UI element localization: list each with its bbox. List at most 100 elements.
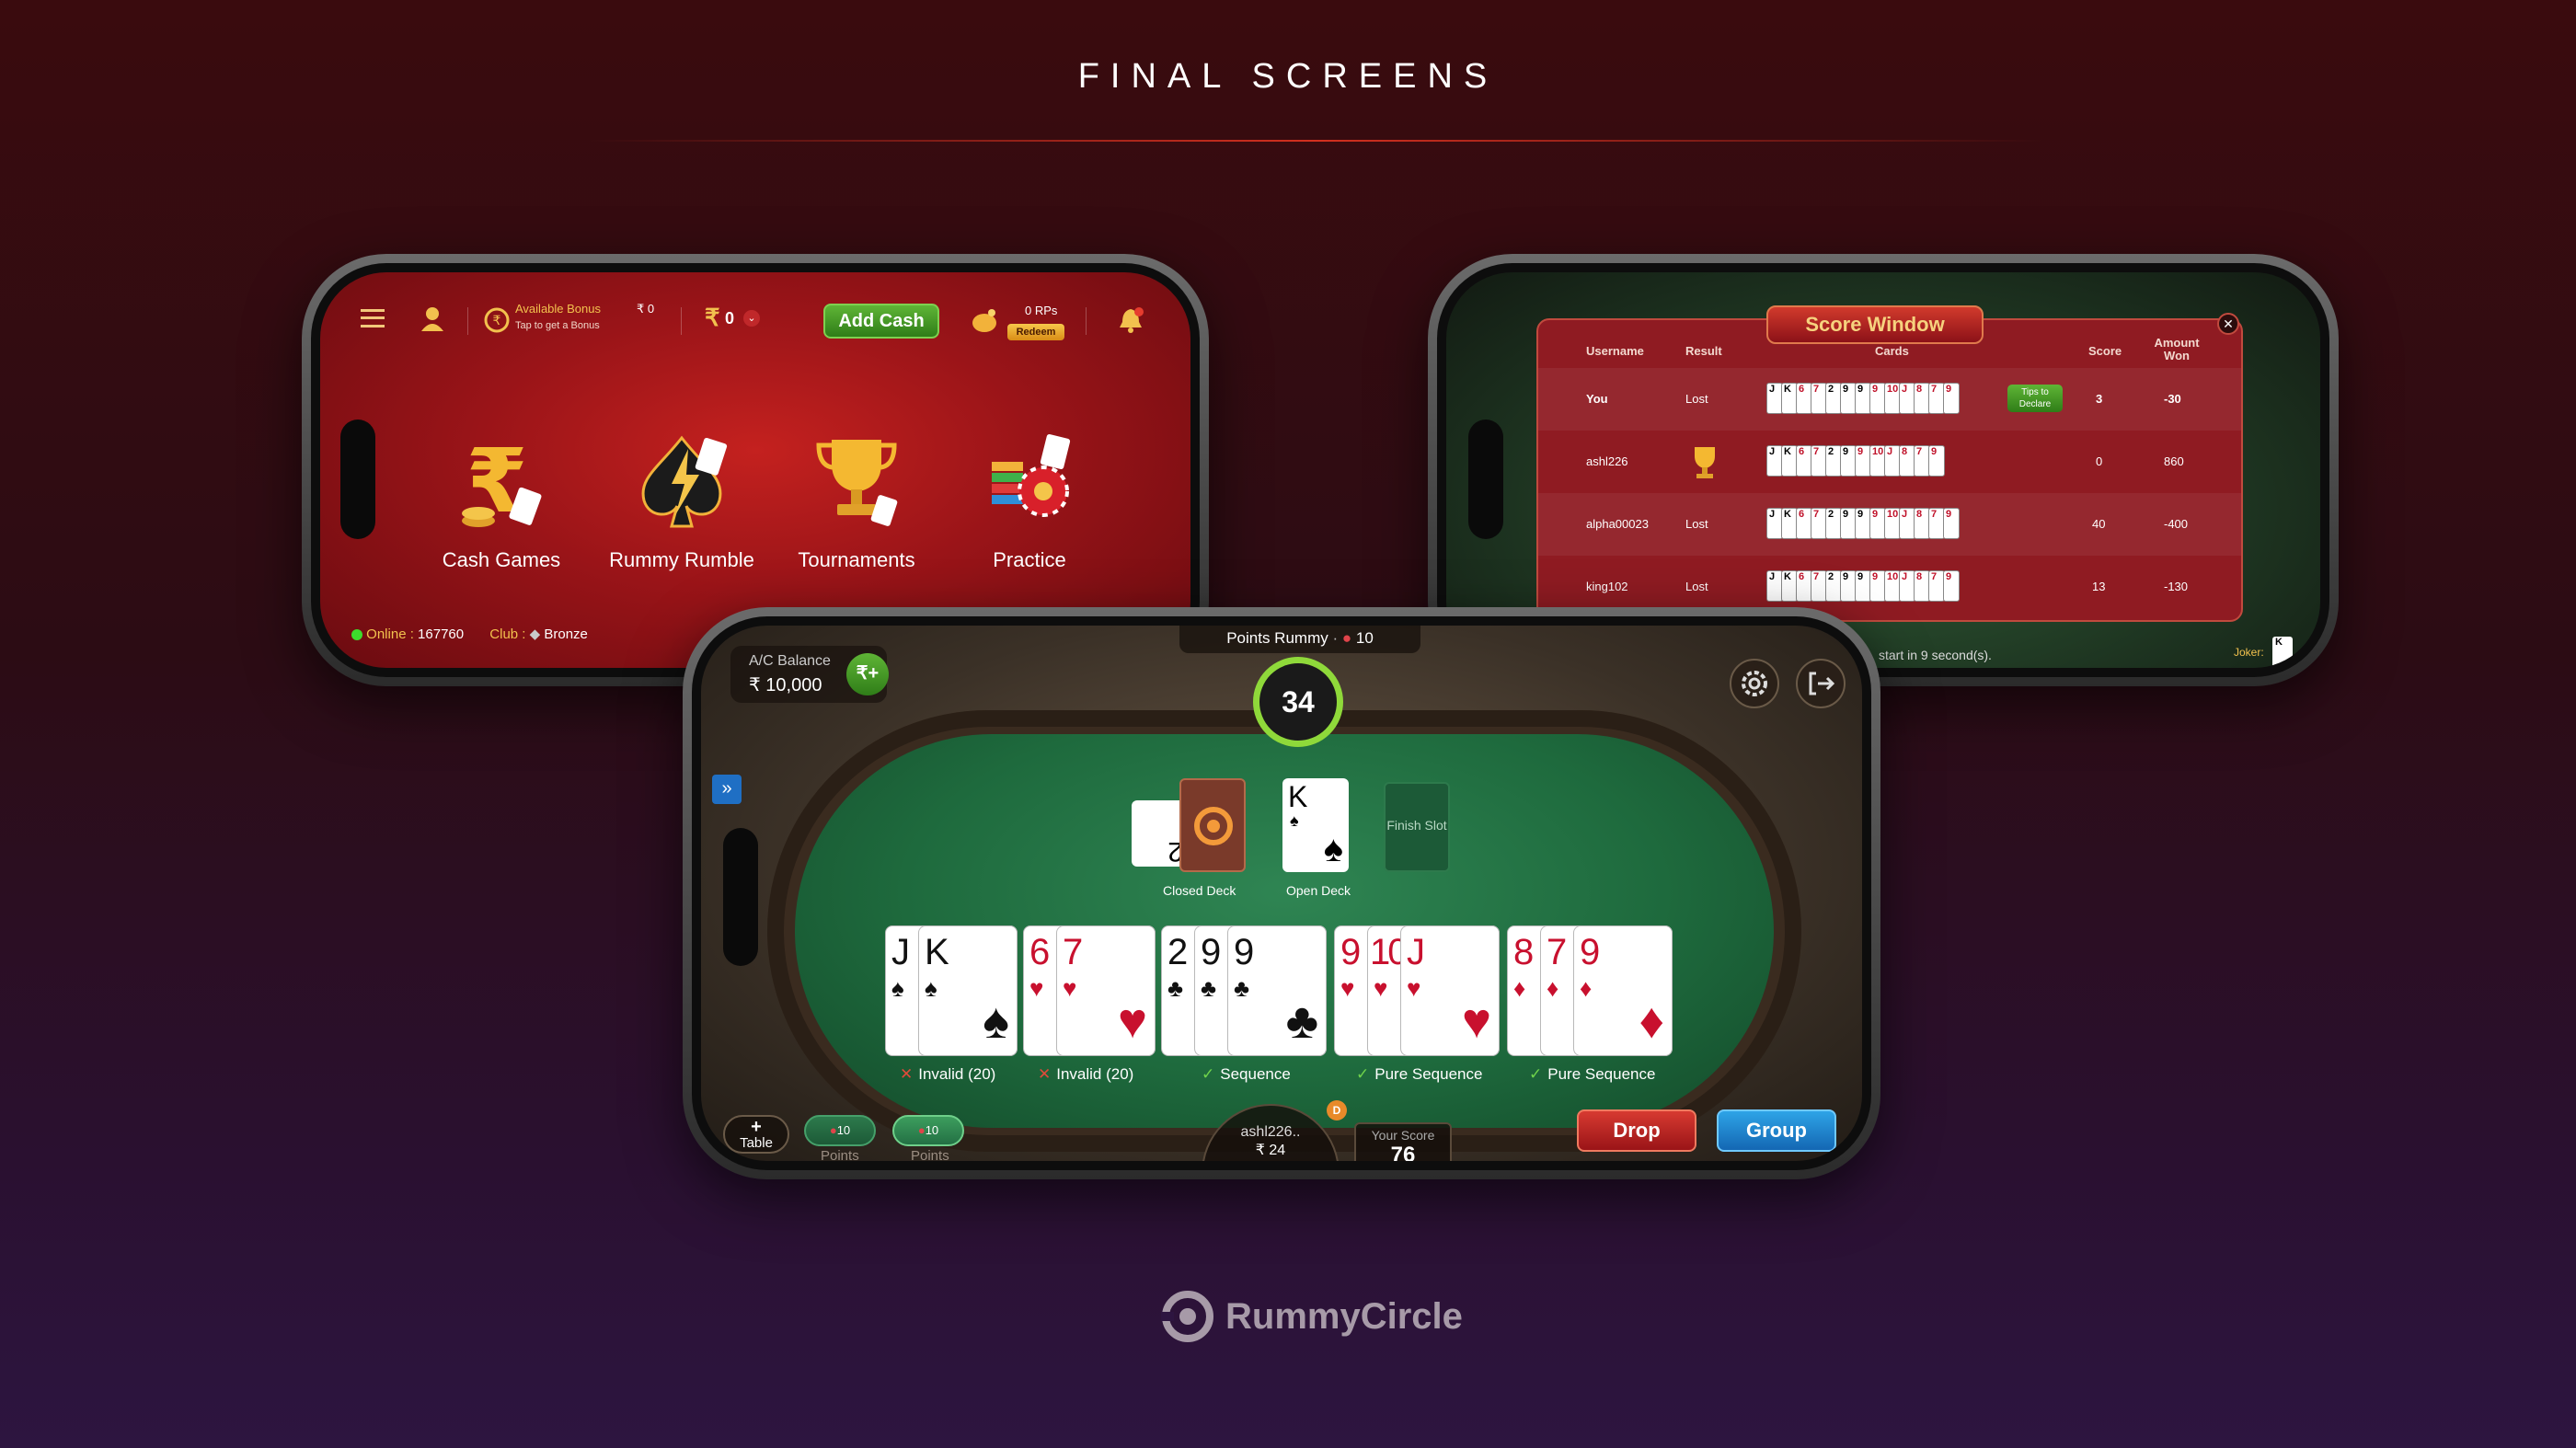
row-won: -30 bbox=[2164, 392, 2181, 406]
tile-label: Practice bbox=[993, 548, 1066, 571]
tile-practice[interactable]: Practice bbox=[951, 431, 1108, 572]
card-9-diamonds[interactable]: 9 ♦ ♦ bbox=[1573, 925, 1673, 1056]
club-label: Club : bbox=[489, 626, 526, 642]
points-label: Points bbox=[911, 1148, 949, 1161]
row-user: ashl226 bbox=[1586, 454, 1628, 468]
group-label: ✓ Pure Sequence bbox=[1529, 1065, 1656, 1083]
cash-value: 0 bbox=[725, 309, 735, 328]
closed-deck[interactable] bbox=[1179, 778, 1246, 872]
camera-island bbox=[340, 419, 375, 539]
score-panel: Username Result Cards Score Amount Won Y… bbox=[1536, 318, 2243, 622]
card-9-clubs[interactable]: 9 ♣ ♣ bbox=[1227, 925, 1327, 1056]
bell-icon[interactable] bbox=[1117, 305, 1144, 335]
settings-icon[interactable] bbox=[1730, 659, 1779, 708]
row-score: 0 bbox=[2096, 454, 2103, 468]
brand-logo: RummyCircle bbox=[1161, 1286, 1463, 1347]
tips-to-declare-button[interactable]: Tips to Declare bbox=[2007, 385, 2063, 412]
game-screen: A/C Balance ₹ 10,000 ₹+ Points Rummy · ●… bbox=[701, 626, 1862, 1161]
rupee-icon: ₹ bbox=[705, 304, 720, 331]
piggy-bank-icon[interactable] bbox=[970, 307, 999, 335]
turn-timer: 34 bbox=[1253, 657, 1343, 747]
tile-label: Rummy Rumble bbox=[609, 548, 754, 571]
exit-icon[interactable] bbox=[1796, 659, 1846, 708]
row-user: alpha00023 bbox=[1586, 517, 1649, 531]
close-icon[interactable]: ✕ bbox=[2217, 313, 2239, 335]
open-deck[interactable]: K ♠ ♠ bbox=[1282, 778, 1349, 872]
add-cash-button[interactable]: Add Cash bbox=[823, 304, 939, 339]
phone-game: A/C Balance ₹ 10,000 ₹+ Points Rummy · ●… bbox=[683, 607, 1880, 1179]
bonus-label[interactable]: Available Bonus bbox=[515, 302, 601, 316]
tile-tournaments[interactable]: Tournaments bbox=[778, 431, 935, 572]
rps-value: 0 RPs bbox=[1025, 304, 1058, 317]
tile-rummy-rumble[interactable]: Rummy Rumble bbox=[604, 431, 760, 572]
row-cards: J K 6 7 2 9 9 9 10 J 8 7 9 bbox=[1766, 508, 1960, 539]
redeem-button[interactable]: Redeem bbox=[1007, 324, 1064, 340]
restart-countdown: start in 9 second(s). bbox=[1879, 648, 1992, 662]
points-label: Points bbox=[821, 1148, 859, 1161]
chevron-down-icon[interactable]: ⌄ bbox=[743, 310, 760, 327]
row-cards: J K 6 7 2 9 9 10 J 8 7 9 bbox=[1766, 445, 1945, 477]
add-cash-icon[interactable]: ₹+ bbox=[846, 653, 889, 695]
row-cards: J K 6 7 2 9 9 9 10 J 8 7 9 bbox=[1766, 570, 1960, 602]
bonus-sub: Tap to get a Bonus bbox=[515, 320, 600, 331]
trophy-icon bbox=[1695, 447, 1715, 478]
row-result: Lost bbox=[1685, 580, 1708, 593]
joker-label: Joker: bbox=[2234, 646, 2264, 659]
table-button[interactable]: + Table bbox=[723, 1115, 789, 1154]
check-icon: ✓ bbox=[1202, 1065, 1215, 1083]
tile-cash-games[interactable]: ₹ Cash Games bbox=[423, 430, 580, 572]
group-label: ✕ Invalid (20) bbox=[900, 1065, 996, 1083]
your-score-label: Your Score bbox=[1371, 1128, 1435, 1143]
invalid-icon: ✕ bbox=[1038, 1065, 1052, 1083]
score-row: ashl226 J K 6 7 2 9 9 10 J 8 7 9 0 860 bbox=[1538, 431, 2241, 493]
card-7-hearts[interactable]: 7 ♥ ♥ bbox=[1056, 925, 1156, 1056]
col-amount-won: Amount Won bbox=[2154, 336, 2200, 362]
game-mode-bar: Points Rummy · ● 10 bbox=[1179, 626, 1420, 653]
invalid-icon: ✕ bbox=[900, 1065, 914, 1083]
row-user: You bbox=[1586, 392, 1608, 406]
heading-divider bbox=[589, 140, 2042, 142]
chip-icon: ● bbox=[829, 1123, 837, 1137]
row-cards: J K 6 7 2 9 9 9 10 J 8 7 9 bbox=[1766, 383, 1960, 414]
expand-panel-icon[interactable]: » bbox=[712, 775, 742, 804]
balance-label: A/C Balance bbox=[749, 653, 831, 669]
check-icon: ✓ bbox=[1529, 1065, 1543, 1083]
spade-lightning-icon bbox=[631, 431, 732, 532]
club-value: Bronze bbox=[544, 626, 588, 642]
col-username: Username bbox=[1586, 344, 1644, 358]
row-won: -400 bbox=[2164, 517, 2189, 531]
bonus-value: ₹ 0 bbox=[637, 302, 655, 316]
balance-value: ₹ 10,000 bbox=[749, 675, 822, 695]
bonus-icon[interactable]: ₹ bbox=[484, 307, 510, 333]
game-mode: Points Rummy bbox=[1226, 629, 1328, 647]
table-label: Table bbox=[740, 1135, 773, 1151]
camera-island bbox=[723, 828, 758, 966]
score-row: alpha00023 Lost J K 6 7 2 9 9 9 10 J 8 7 9 40 -400 bbox=[1538, 493, 2241, 556]
lobby-topbar: ₹ Available Bonus ₹ 0 Tap to get a Bonus… bbox=[320, 272, 1190, 357]
col-result: Result bbox=[1685, 344, 1722, 358]
tile-label: Cash Games bbox=[442, 548, 561, 571]
group-label: ✓ Sequence bbox=[1202, 1065, 1291, 1083]
plus-icon: + bbox=[751, 1117, 762, 1137]
player-name: ashl226.. bbox=[1240, 1124, 1301, 1140]
rummycircle-logo-icon bbox=[1161, 1291, 1213, 1342]
closed-deck-label: Closed Deck bbox=[1163, 883, 1236, 898]
online-value: 167760 bbox=[418, 626, 465, 642]
card-j-hearts[interactable]: J ♥ ♥ bbox=[1400, 925, 1500, 1056]
card-k-spades[interactable]: K ♠ ♠ bbox=[918, 925, 1018, 1056]
row-result: Lost bbox=[1685, 392, 1708, 406]
chips-stack-icon bbox=[979, 431, 1080, 532]
drop-button[interactable]: Drop bbox=[1577, 1109, 1696, 1152]
menu-icon[interactable] bbox=[361, 309, 385, 328]
joker-card: K bbox=[2272, 637, 2293, 668]
group-button[interactable]: Group bbox=[1717, 1109, 1836, 1152]
profile-icon[interactable] bbox=[420, 305, 445, 333]
rupee-coins-icon: ₹ bbox=[451, 430, 552, 533]
your-score-value: 76 bbox=[1390, 1143, 1416, 1161]
points-chip: ●10 bbox=[804, 1115, 876, 1146]
svg-text:₹: ₹ bbox=[493, 314, 501, 328]
player-amount: ₹ 24 bbox=[1255, 1143, 1286, 1158]
camera-island bbox=[1468, 419, 1503, 539]
diamond-icon: ◆ bbox=[529, 626, 541, 642]
finish-slot[interactable]: Finish Slot bbox=[1384, 782, 1450, 872]
